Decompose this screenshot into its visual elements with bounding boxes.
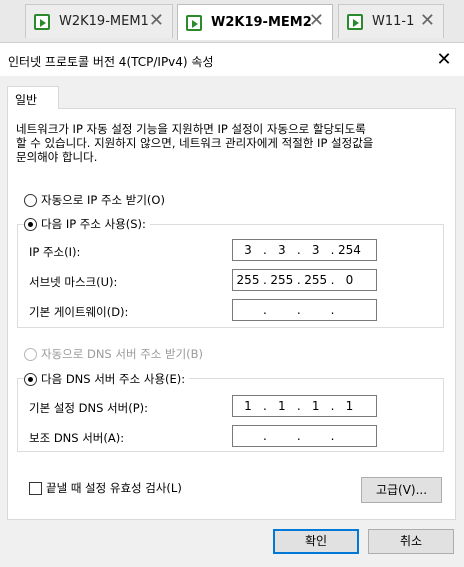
- auto-ip-radio[interactable]: [24, 193, 37, 207]
- validate-on-exit-checkbox[interactable]: [29, 481, 42, 495]
- auto-ip-label: 자동으로 IP 주소 받기(O): [41, 193, 165, 207]
- alternate-dns-label: 보조 DNS 서버(A):: [29, 431, 125, 445]
- description-text: 네트워크가 IP 자동 설정 기능을 지원하면 IP 설정이 자동으로 할당되도…: [16, 122, 374, 164]
- preferred-dns-label: 기본 설정 DNS 서버(P):: [29, 401, 148, 415]
- validate-on-exit-label: 끝낼 때 설정 유효성 검사(L): [46, 481, 182, 495]
- ip-address-field[interactable]: 3. 3. 3. 254: [232, 239, 377, 261]
- manual-dns-option[interactable]: 다음 DNS 서버 주소 사용(E):: [24, 371, 190, 387]
- manual-ip-label: 다음 IP 주소 사용(S):: [41, 217, 146, 231]
- manual-dns-radio[interactable]: [24, 372, 37, 386]
- ok-button[interactable]: 확인: [273, 529, 359, 554]
- dialog-title: 인터넷 프로토콜 버전 4(TCP/IPv4) 속성: [8, 55, 214, 69]
- manual-dns-label: 다음 DNS 서버 주소 사용(E):: [41, 372, 186, 386]
- subnet-mask-field[interactable]: 255. 255. 255. 0: [232, 269, 377, 291]
- manual-ip-option[interactable]: 다음 IP 주소 사용(S):: [24, 216, 150, 232]
- vm-tab-label: W2K19-MEM1: [59, 14, 149, 29]
- close-icon[interactable]: ✕: [309, 12, 324, 30]
- vm-running-icon: [186, 14, 202, 31]
- auto-dns-radio: [24, 347, 37, 361]
- vm-tab-label: W2K19-MEM2: [211, 15, 312, 30]
- gateway-field[interactable]: . . .: [232, 299, 377, 321]
- vm-running-icon: [34, 13, 50, 30]
- vm-tab-mem2[interactable]: W2K19-MEM2 ✕: [177, 4, 333, 40]
- close-icon[interactable]: ✕: [420, 12, 435, 30]
- vm-tab-mem1[interactable]: W2K19-MEM1 ✕: [25, 4, 173, 38]
- vm-tab-label: W11-1: [372, 14, 415, 29]
- preferred-dns-field[interactable]: 1. 1. 1. 1: [232, 395, 377, 417]
- cancel-button[interactable]: 취소: [368, 529, 454, 554]
- subnet-mask-label: 서브넷 마스크(U):: [29, 275, 118, 289]
- manual-ip-radio[interactable]: [24, 217, 37, 231]
- vm-tab-w11[interactable]: W11-1 ✕: [338, 4, 444, 38]
- gateway-label: 기본 게이트웨이(D):: [29, 305, 129, 319]
- auto-ip-option[interactable]: 자동으로 IP 주소 받기(O): [24, 192, 165, 208]
- auto-dns-option: 자동으로 DNS 서버 주소 받기(B): [24, 346, 203, 362]
- vm-tab-strip: W2K19-MEM1 ✕ W2K19-MEM2 ✕ W11-1 ✕: [0, 0, 464, 43]
- close-button[interactable]: ✕: [424, 44, 464, 76]
- dialog-titlebar: 인터넷 프로토콜 버전 4(TCP/IPv4) 속성 ✕: [0, 44, 464, 76]
- advanced-button[interactable]: 고급(V)...: [361, 477, 442, 503]
- validate-on-exit-option[interactable]: 끝낼 때 설정 유효성 검사(L): [29, 480, 182, 496]
- auto-dns-label: 자동으로 DNS 서버 주소 받기(B): [41, 347, 204, 361]
- close-icon[interactable]: ✕: [149, 12, 164, 30]
- ipv4-properties-dialog: 인터넷 프로토콜 버전 4(TCP/IPv4) 속성 ✕ 일반 네트워크가 IP…: [0, 44, 464, 567]
- vm-running-icon: [347, 13, 363, 30]
- ip-address-label: IP 주소(I):: [29, 245, 81, 259]
- alternate-dns-field[interactable]: . . .: [232, 425, 377, 447]
- tab-general[interactable]: 일반: [7, 86, 59, 109]
